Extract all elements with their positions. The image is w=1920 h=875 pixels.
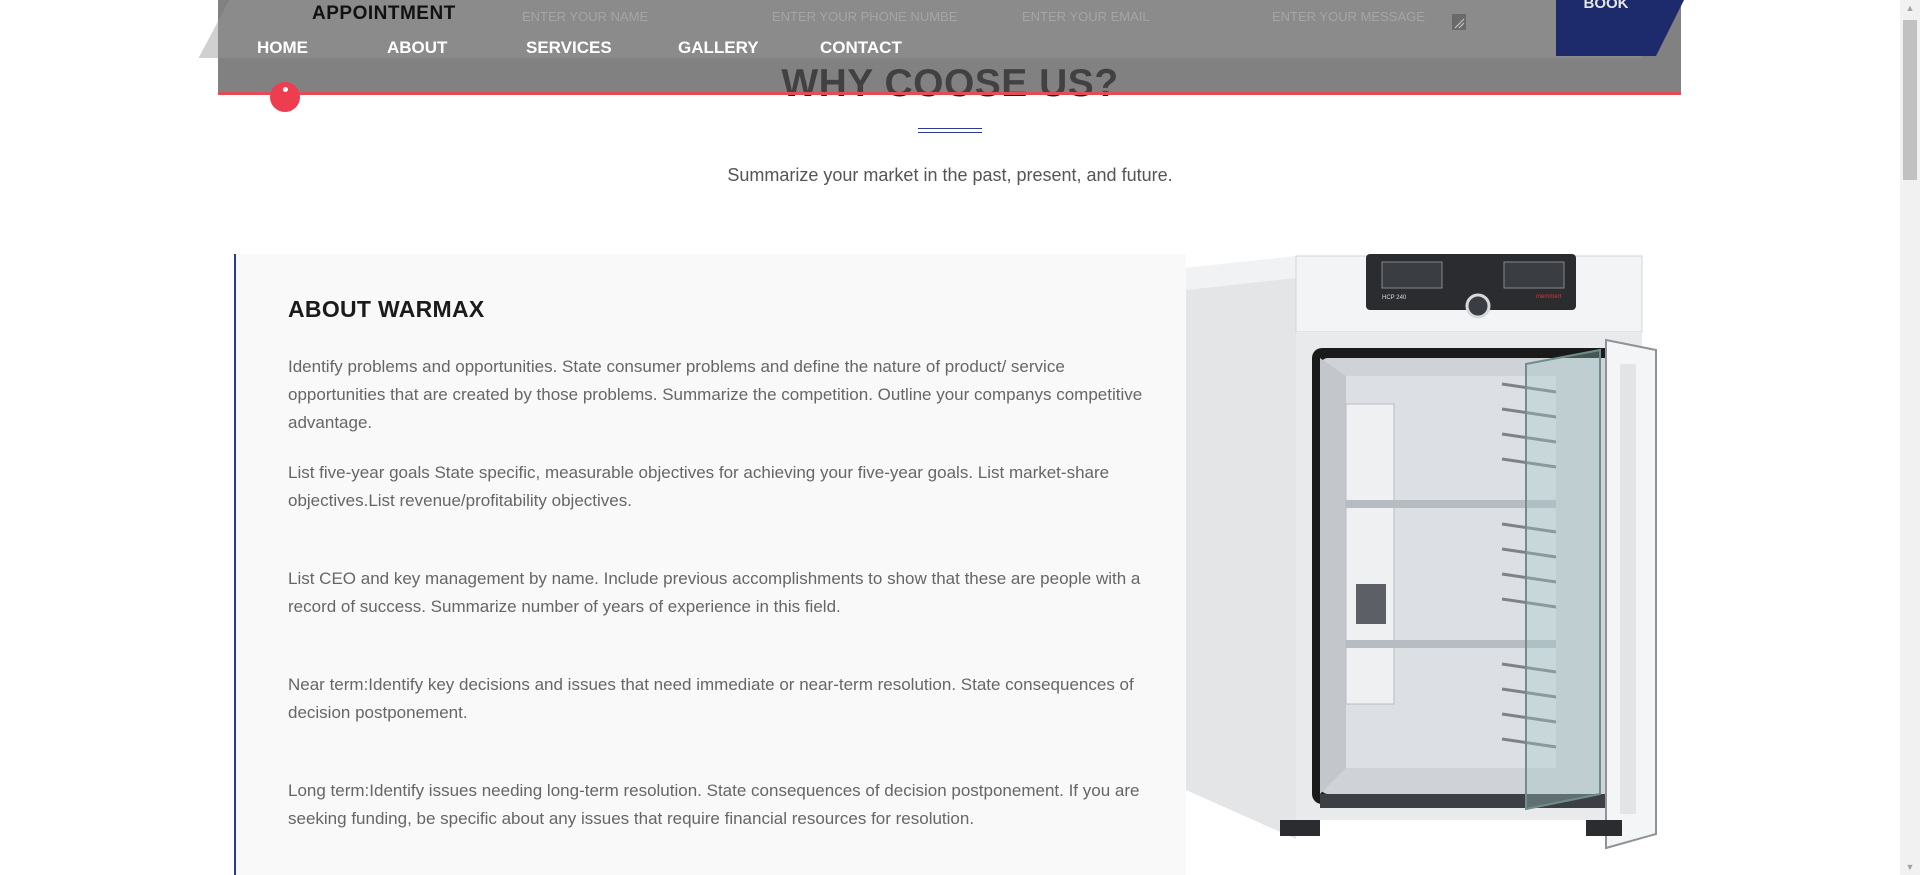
phone-input[interactable] (756, 0, 980, 33)
vertical-scrollbar[interactable]: ▲ ▼ (1900, 0, 1920, 875)
model-label: HCP 240 (1382, 295, 1407, 301)
book-button[interactable]: BOOK (1556, 0, 1686, 56)
about-panel: ABOUT WARMAX Identify problems and oppor… (234, 254, 1186, 875)
nav-gallery[interactable]: GALLERY (678, 38, 759, 58)
nav-about[interactable]: ABOUT (387, 38, 447, 58)
page-content: WHY COOSE US? Summarize your market in t… (0, 0, 1900, 875)
about-paragraph-long-term: Long term:Identify issues needing long-t… (288, 781, 1140, 828)
brand-label: memmert (1536, 294, 1562, 300)
appointment-title: APPOINTMENT (312, 3, 456, 24)
about-paragraph-goals: List five-year goals State specific, mea… (288, 463, 1110, 510)
sticky-header: APPOINTMENT BOOK HOME ABOUT SERVICES GAL… (198, 0, 1686, 112)
about-paragraph-problems: Identify problems and opportunities. Sta… (288, 357, 1143, 432)
nav-home[interactable]: HOME (257, 38, 308, 58)
active-indicator-dot (270, 82, 300, 112)
name-input[interactable] (506, 0, 730, 33)
scroll-down-arrow-icon[interactable]: ▼ (1900, 859, 1920, 875)
resize-grip-icon[interactable] (1452, 14, 1466, 30)
nav-services[interactable]: SERVICES (526, 38, 612, 58)
scroll-up-arrow-icon[interactable]: ▲ (1900, 0, 1920, 16)
about-heading: ABOUT WARMAX (288, 296, 485, 322)
scroll-thumb[interactable] (1903, 20, 1917, 180)
nav-contact[interactable]: CONTACT (820, 38, 902, 58)
section-subtitle: Summarize your market in the past, prese… (727, 165, 1173, 185)
title-divider (918, 128, 982, 136)
message-input[interactable] (1256, 0, 1480, 33)
about-paragraph-management: List CEO and key management by name. Inc… (288, 569, 1141, 616)
email-input[interactable] (1006, 0, 1230, 33)
incubator-oven-image: HCP 240 memmert (1186, 254, 1657, 850)
about-paragraph-near-term: Near term:Identify key decisions and iss… (288, 675, 1134, 722)
